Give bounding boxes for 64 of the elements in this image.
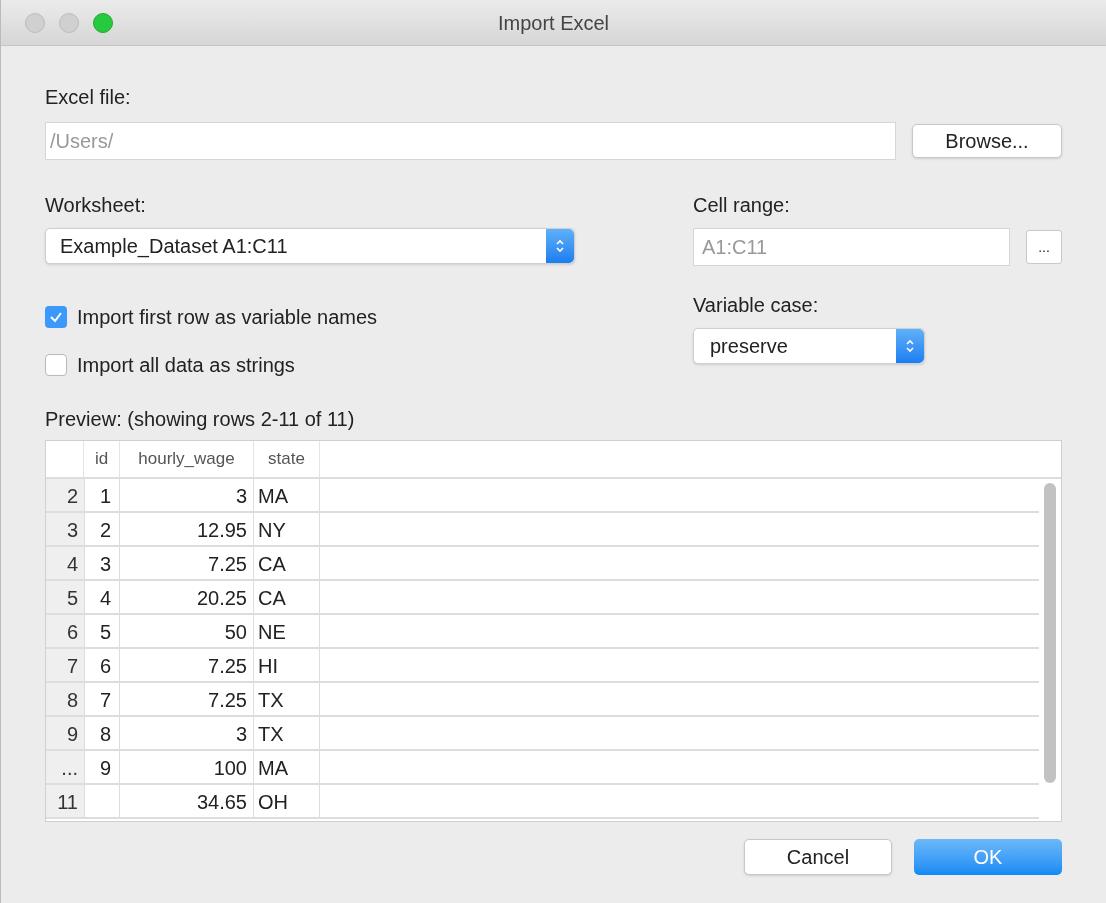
table-cell: HI bbox=[254, 649, 320, 681]
table-cell: 8 bbox=[84, 717, 120, 749]
column-header[interactable]: state bbox=[254, 441, 320, 477]
table-cell: 3 bbox=[84, 547, 120, 579]
table-cell: 5 bbox=[84, 615, 120, 647]
stepper-icon bbox=[896, 329, 924, 363]
column-header[interactable]: id bbox=[84, 441, 120, 477]
close-icon[interactable] bbox=[25, 12, 45, 33]
field-label: Variable case: bbox=[693, 293, 820, 318]
check-icon bbox=[49, 310, 63, 324]
table-cell: NE bbox=[254, 615, 320, 647]
preview-label: Preview: (showing rows 2-11 of 11) bbox=[45, 407, 356, 432]
table-cell: 6 bbox=[84, 649, 120, 681]
row-number: 3 bbox=[46, 513, 84, 545]
table-cell: MA bbox=[254, 751, 320, 783]
column-header[interactable]: hourly_wage bbox=[120, 441, 254, 477]
row-number: 7 bbox=[46, 649, 84, 681]
variable-case-dropdown[interactable]: preserve bbox=[693, 328, 925, 364]
table-cell: 2 bbox=[84, 513, 120, 545]
checkbox[interactable] bbox=[45, 354, 67, 376]
row-number: 5 bbox=[46, 581, 84, 613]
table-cell: 100 bbox=[120, 751, 254, 783]
table-cell: 1 bbox=[84, 479, 120, 511]
zoom-icon[interactable] bbox=[93, 12, 113, 33]
table-cell: 50 bbox=[120, 615, 254, 647]
table-cell: 7.25 bbox=[120, 649, 254, 681]
row-number: 6 bbox=[46, 615, 84, 647]
cancel-button[interactable]: Cancel bbox=[744, 839, 892, 875]
table-cell: CA bbox=[254, 581, 320, 613]
row-number: 4 bbox=[46, 547, 84, 579]
table-cell: 7.25 bbox=[120, 683, 254, 715]
browse-button[interactable]: Browse... bbox=[912, 124, 1062, 158]
row-number: 9 bbox=[46, 717, 84, 749]
table-cell: 4 bbox=[84, 581, 120, 613]
table-cell: TX bbox=[254, 717, 320, 749]
table-cell: 20.25 bbox=[120, 581, 254, 613]
row-number: 11 bbox=[46, 785, 84, 817]
row-number: 8 bbox=[46, 683, 84, 715]
table-cell: 34.65 bbox=[120, 785, 254, 817]
table-cell: 7.25 bbox=[120, 547, 254, 579]
checkbox-label: Import all data as strings bbox=[77, 353, 295, 378]
checkbox-label: Import first row as variable names bbox=[77, 305, 378, 330]
worksheet-dropdown[interactable]: Example_Dataset A1:C11 bbox=[45, 228, 575, 264]
table-cell: CA bbox=[254, 547, 320, 579]
table-cell: 3 bbox=[120, 479, 254, 511]
scrollbar-thumb[interactable] bbox=[1044, 483, 1056, 783]
field-label: Excel file: bbox=[45, 85, 132, 110]
window-title: Import Excel bbox=[497, 10, 610, 36]
table-cell: 7 bbox=[84, 683, 120, 715]
range-picker-button[interactable]: ... bbox=[1026, 230, 1062, 264]
stepper-icon bbox=[546, 229, 574, 263]
field-label: Worksheet: bbox=[45, 193, 147, 218]
table-cell: TX bbox=[254, 683, 320, 715]
table-cell: MA bbox=[254, 479, 320, 511]
table-cell: 9 bbox=[84, 751, 120, 783]
checkbox[interactable] bbox=[45, 306, 67, 328]
table-cell: 3 bbox=[120, 717, 254, 749]
row-number: 2 bbox=[46, 479, 84, 511]
minimize-icon[interactable] bbox=[59, 12, 79, 33]
table-cell: 12.95 bbox=[120, 513, 254, 545]
field-label: Cell range: bbox=[693, 193, 791, 218]
table-cell: NY bbox=[254, 513, 320, 545]
row-number: ... bbox=[46, 751, 84, 783]
table-cell: OH bbox=[254, 785, 320, 817]
